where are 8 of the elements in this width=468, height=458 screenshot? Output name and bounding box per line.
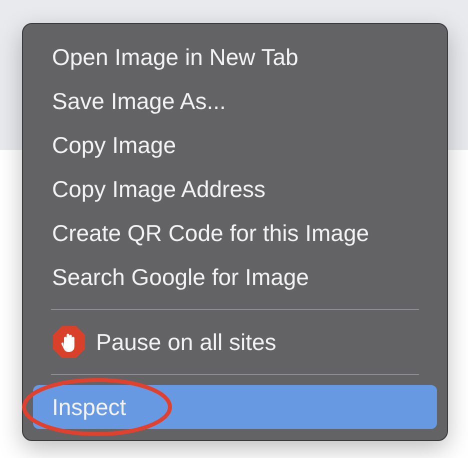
menu-item[interactable]: Create QR Code for this Image [33,211,437,255]
menu-item[interactable]: Save Image As... [33,79,437,123]
menu-item[interactable]: Copy Image Address [33,167,437,211]
menu-item[interactable]: Copy Image [33,123,437,167]
menu-item[interactable]: Pause on all sites [33,320,437,364]
menu-item[interactable]: Open Image in New Tab [33,35,437,79]
stop-hand-icon [52,325,86,359]
menu-item[interactable]: Search Google for Image [33,255,437,299]
